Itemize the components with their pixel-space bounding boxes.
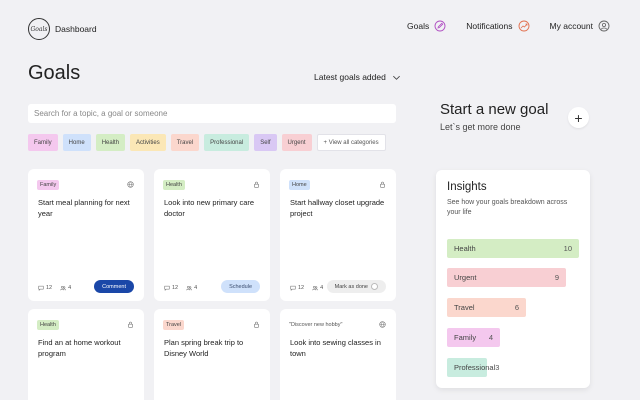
globe-icon: [379, 321, 386, 328]
goal-card[interactable]: Home Start hallway closet upgrade projec…: [280, 169, 396, 301]
lock-icon: [128, 321, 133, 328]
nav-dashboard[interactable]: Dashboard: [55, 24, 97, 34]
comment-count: 12: [298, 285, 305, 291]
comment-icon: [38, 285, 44, 291]
comment-button[interactable]: Comment: [94, 280, 134, 293]
category-chip-urgent[interactable]: Urgent: [281, 134, 312, 151]
schedule-button-label: Schedule: [229, 283, 252, 290]
category-chip-family[interactable]: Family: [28, 134, 58, 151]
people-icon: [312, 286, 318, 291]
nav-account-label: My account: [549, 21, 593, 31]
insight-bar-label: Health: [454, 244, 476, 253]
category-badge: Health: [163, 180, 185, 190]
people-icon: [60, 286, 66, 291]
view-all-categories-button[interactable]: + View all categories: [316, 134, 386, 151]
schedule-button[interactable]: Schedule: [221, 280, 260, 293]
goal-text: Find an at home workout program: [38, 338, 121, 358]
insight-bar-value: 3: [495, 363, 500, 372]
comment-count: 12: [46, 285, 53, 291]
insight-bar-travel[interactable]: Travel 6: [447, 298, 526, 317]
new-goal-title: Start a new goal: [440, 101, 549, 118]
category-chip-self[interactable]: Self: [254, 134, 277, 151]
goal-card[interactable]: Health Find an at home workout program: [28, 309, 144, 400]
comment-count: 12: [172, 285, 179, 291]
goal-text: Plan spring break trip to Disney World: [164, 338, 244, 358]
insights-subtitle: See how your goals breakdown across your…: [447, 199, 568, 216]
goal-meta: 12 4: [290, 285, 323, 291]
insight-bar-value: 10: [563, 244, 572, 253]
goal-card[interactable]: "Discover new hobby" Look into sewing cl…: [280, 309, 396, 400]
nav-notifications[interactable]: Notifications: [466, 20, 529, 32]
category-chip-activities[interactable]: Activities: [130, 134, 166, 151]
checkbox-icon: [371, 283, 378, 290]
insight-bar-label: Family: [454, 333, 477, 342]
goal-text: Look into new primary care doctor: [164, 198, 255, 218]
category-badge: Travel: [163, 320, 185, 330]
sort-label: Latest goals added: [314, 72, 386, 82]
category-badge: Home: [289, 180, 310, 190]
insight-bar-value: 4: [488, 333, 493, 342]
insight-bar-urgent[interactable]: Urgent 9: [447, 268, 566, 287]
category-chip-home[interactable]: Home: [62, 134, 91, 151]
category-chip-health[interactable]: Health: [95, 134, 126, 151]
category-chip-professional[interactable]: Professional: [204, 134, 250, 151]
app-logo[interactable]: Goals: [28, 18, 50, 40]
mark-as-done-button[interactable]: Mark as done: [326, 280, 386, 293]
people-count: 4: [320, 285, 324, 291]
goal-text: Start meal planning for next year: [38, 198, 130, 218]
sort-dropdown[interactable]: Latest goals added: [314, 72, 401, 82]
goal-text: Start hallway closet upgrade project: [290, 198, 385, 218]
trend-icon: [518, 20, 529, 32]
nav-goals[interactable]: Goals: [407, 20, 446, 32]
globe-icon: [127, 181, 134, 188]
goal-meta: 12 4: [164, 285, 197, 291]
category-filter-list: Family Home Health Activities Travel Pro…: [28, 134, 386, 151]
insight-bar-family[interactable]: Family 4: [447, 328, 500, 347]
insight-bar-professional[interactable]: Professional 3: [447, 358, 499, 377]
search-input[interactable]: [28, 104, 396, 123]
goal-card[interactable]: Family Start meal planning for next year…: [28, 169, 144, 301]
category-chip-travel[interactable]: Travel: [170, 134, 200, 151]
insight-bar-label: Professional: [454, 363, 496, 372]
insight-bar-value: 9: [554, 273, 559, 282]
insight-bar-label: Urgent: [454, 273, 477, 282]
mark-as-done-label: Mark as done: [334, 283, 368, 290]
category-badge: Health: [37, 320, 59, 330]
insights-panel: Insights See how your goals breakdown ac…: [436, 170, 590, 388]
insight-bar-value: 6: [514, 303, 519, 312]
category-badge: "Discover new hobby": [289, 322, 343, 328]
category-badge: Family: [37, 180, 60, 190]
insight-bar-label: Travel: [454, 303, 475, 312]
logo-text: Goals: [30, 25, 48, 33]
nav-notifications-label: Notifications: [466, 21, 513, 31]
comment-icon: [290, 285, 296, 291]
goal-card[interactable]: Health Look into new primary care doctor…: [154, 169, 270, 301]
people-count: 4: [68, 285, 72, 291]
add-goal-button[interactable]: +: [568, 107, 589, 128]
plus-icon: +: [574, 109, 583, 126]
comment-button-label: Comment: [102, 283, 126, 290]
insight-bar-health[interactable]: Health 10: [447, 239, 579, 258]
goal-card[interactable]: Travel Plan spring break trip to Disney …: [154, 309, 270, 400]
chevron-down-icon: [392, 75, 400, 80]
lock-icon: [254, 321, 259, 328]
user-circle-icon: [598, 20, 610, 32]
page-title: Goals: [28, 62, 81, 84]
top-nav: Goals Notifications My account: [407, 20, 610, 32]
people-icon: [186, 286, 192, 291]
lock-icon: [254, 181, 259, 188]
goal-text: Look into sewing classes in town: [290, 338, 381, 358]
nav-account[interactable]: My account: [550, 20, 610, 32]
insights-title: Insights: [447, 181, 487, 193]
comment-icon: [164, 285, 170, 291]
lock-icon: [380, 181, 385, 188]
new-goal-subtitle: Let`s get more done: [440, 122, 521, 132]
goal-meta: 12 4: [38, 285, 71, 291]
edit-circle-icon: [434, 20, 446, 32]
nav-goals-label: Goals: [407, 21, 430, 31]
people-count: 4: [194, 285, 198, 291]
